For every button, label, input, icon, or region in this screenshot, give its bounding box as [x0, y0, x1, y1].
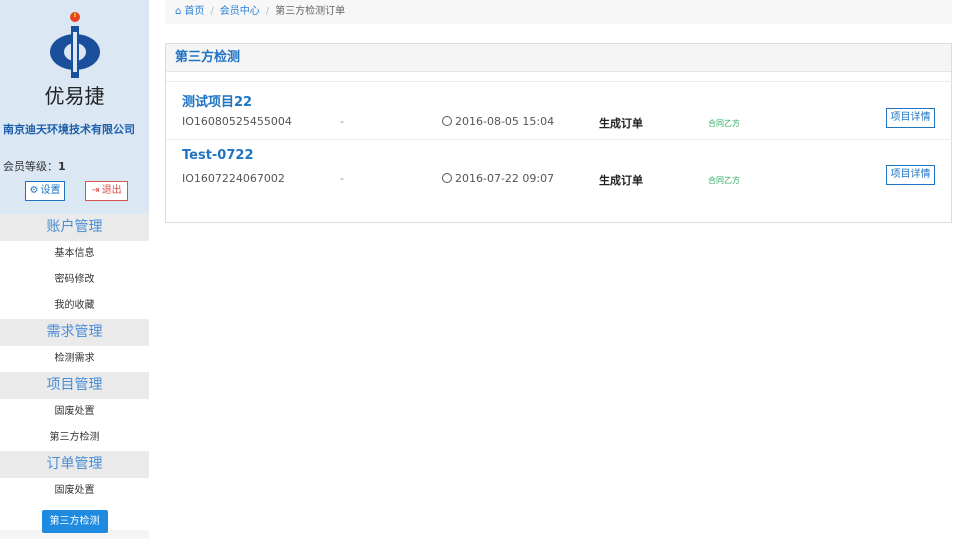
clock-icon [442, 116, 452, 126]
breadcrumb-current: 第三方检测订单 [275, 6, 346, 17]
nav-item-order-waste[interactable]: 固废处置 [0, 478, 149, 504]
nav-group-account[interactable]: 账户管理 [0, 214, 149, 241]
order-time: 2016-07-22 09:07 [442, 172, 554, 185]
order-time-value: 2016-07-22 09:07 [455, 172, 555, 185]
divider [166, 139, 953, 140]
nav-item-project-third-party[interactable]: 第三方检测 [0, 425, 149, 451]
order-code: IO16080525455004 [182, 115, 292, 128]
brand-name: 优易捷 [44, 84, 105, 108]
settings-label: 设置 [40, 185, 61, 196]
breadcrumb: ⌂ 首页 / 会员中心 / 第三方检测订单 [165, 0, 952, 24]
order-code: IO1607224067002 [182, 172, 285, 185]
logout-button[interactable]: ⇥ 退出 [85, 181, 128, 201]
member-level-label: 会员等级： [3, 160, 58, 173]
gear-icon: ⚙ [29, 185, 39, 196]
order-name[interactable]: Test-0722 [182, 148, 254, 163]
logout-label: 退出 [101, 185, 122, 196]
project-detail-button[interactable]: 项目详情 [886, 165, 935, 185]
nav-item-basic-info[interactable]: 基本信息 [0, 241, 149, 267]
order-status: 生成订单 [599, 117, 643, 130]
order-placeholder: - [340, 115, 344, 128]
nav-item-project-waste[interactable]: 固废处置 [0, 399, 149, 425]
nav-group-demand[interactable]: 需求管理 [0, 319, 149, 346]
breadcrumb-member-center[interactable]: 会员中心 [220, 6, 260, 17]
order-placeholder: - [340, 172, 344, 185]
contract-tag: 合同乙方 [708, 176, 740, 185]
brand-logo-icon [50, 12, 100, 78]
orders-panel: 第三方检测 测试项目22 IO16080525455004 - 2016-08-… [165, 43, 953, 223]
nav-item-password[interactable]: 密码修改 [0, 267, 149, 293]
order-status: 生成订单 [599, 174, 643, 187]
order-time: 2016-08-05 15:04 [442, 115, 554, 128]
settings-button[interactable]: ⚙ 设置 [25, 181, 65, 201]
profile-card: 优易捷 南京迪天环境技术有限公司 会员等级：1 ⚙ 设置 ⇥ 退出 [0, 0, 149, 214]
order-row: 测试项目22 IO16080525455004 - 2016-08-05 15:… [166, 91, 953, 146]
nav-group-project[interactable]: 项目管理 [0, 372, 149, 399]
breadcrumb-separator: / [210, 6, 214, 17]
member-level: 会员等级：1 [3, 158, 66, 174]
home-icon: ⌂ [175, 6, 182, 17]
sidebar: 优易捷 南京迪天环境技术有限公司 会员等级：1 ⚙ 设置 ⇥ 退出 账户管理 基本信… [0, 0, 149, 539]
project-detail-button[interactable]: 项目详情 [886, 108, 935, 128]
nav-item-order-third-party[interactable]: 第三方检测 [0, 504, 149, 533]
clock-icon [442, 173, 452, 183]
divider [166, 81, 953, 82]
nav-group-order[interactable]: 订单管理 [0, 451, 149, 478]
nav-item-active-label: 第三方检测 [41, 510, 108, 533]
nav-item-favorites[interactable]: 我的收藏 [0, 293, 149, 319]
order-name[interactable]: 测试项目22 [182, 91, 252, 110]
member-level-value: 1 [58, 160, 66, 173]
logout-icon: ⇥ [91, 185, 100, 196]
company-name: 南京迪天环境技术有限公司 [3, 123, 135, 136]
breadcrumb-home[interactable]: 首页 [184, 6, 204, 17]
order-row: Test-0722 IO1607224067002 - 2016-07-22 0… [166, 148, 953, 203]
panel-title: 第三方检测 [166, 44, 951, 72]
order-time-value: 2016-08-05 15:04 [455, 115, 555, 128]
breadcrumb-separator: / [265, 6, 270, 17]
nav-item-test-demand[interactable]: 检测需求 [0, 346, 149, 372]
contract-tag: 合同乙方 [708, 119, 740, 128]
